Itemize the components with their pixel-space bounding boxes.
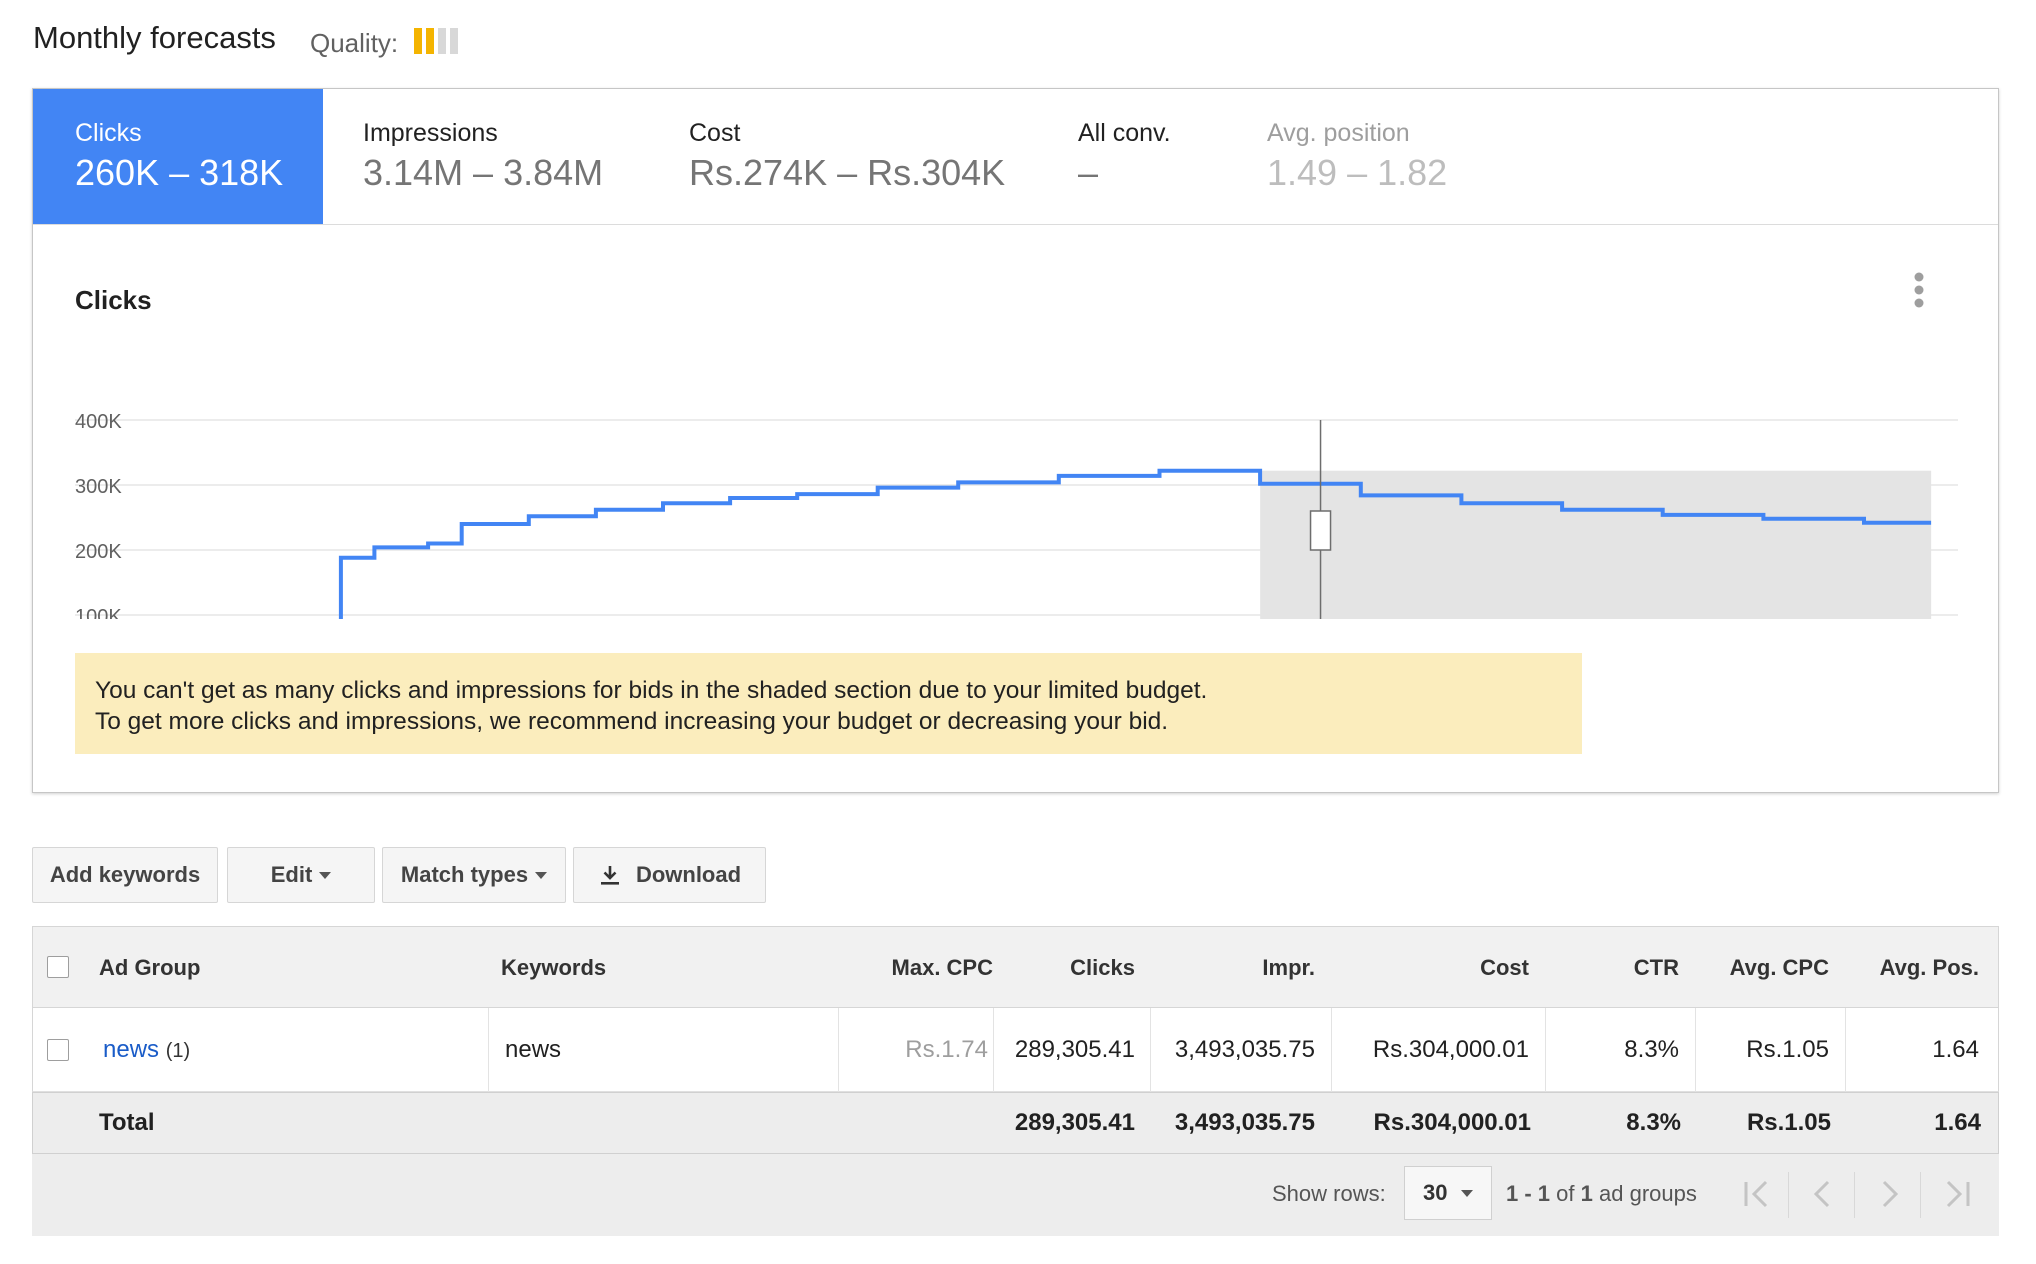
quality-segment [426,28,434,54]
total-row: Total 289,305.41 3,493,035.75 Rs.304,000… [32,1092,1999,1154]
tab-label: Impressions [363,119,498,147]
total-impr: 3,493,035.75 [1174,1109,1315,1136]
quality-segment [438,28,446,54]
col-cost[interactable]: Cost [1333,955,1529,981]
avg-pos-cell: 1.64 [1932,1036,1979,1063]
ad-group-link[interactable]: news [103,1036,159,1063]
col-avg-cpc[interactable]: Avg. CPC [1683,955,1829,981]
quality-meter [414,28,460,54]
tab-label: All conv. [1078,119,1171,147]
ad-group-cell: news (1) [103,1036,190,1064]
prev-page-icon[interactable] [1808,1176,1838,1212]
total-label: Total [99,1109,155,1136]
pager-divider [1854,1172,1855,1218]
col-max-cpc[interactable]: Max. CPC [833,955,993,981]
forecast-card: Clicks 260K – 318K Impressions 3.14M – 3… [32,88,1999,793]
next-page-icon[interactable] [1874,1176,1904,1212]
match-types-label: Match types [400,862,529,887]
tab-impressions[interactable]: Impressions 3.14M – 3.84M [363,89,663,224]
keywords-cell: news [505,1036,562,1063]
col-ad-group[interactable]: Ad Group [99,955,200,981]
max-cpc-cell[interactable]: Rs.1.74 [833,1036,988,1064]
table-header: Ad Group Keywords Max. CPC Clicks Impr. … [32,926,1999,1008]
caret-down-icon [1461,1189,1474,1197]
add-keywords-label: Add keywords [49,862,201,887]
of-label: of [1556,1181,1575,1206]
tab-value: 1.49 – 1.82 [1267,152,1448,193]
ctr-cell: 8.3% [1624,1036,1679,1063]
edit-label: Edit [270,862,313,887]
pagination-summary: 1 - 1 of 1 ad groups [1506,1181,1697,1207]
budget-warning: You can't get as many clicks and impress… [75,653,1582,754]
total-avg-cpc: Rs.1.05 [1746,1109,1831,1136]
caret-down-icon [535,871,548,879]
rows-per-page-select[interactable]: 30 [1404,1166,1492,1220]
tab-avg-position[interactable]: Avg. position 1.49 – 1.82 [1267,89,1517,224]
select-all-checkbox[interactable] [47,956,69,978]
clicks-cell: 289,305.41 [1014,1036,1135,1063]
tab-cost[interactable]: Cost Rs.274K – Rs.304K [689,89,1029,224]
row-checkbox[interactable] [47,1039,69,1061]
table-footer: Show rows: 30 1 - 1 of 1 ad groups [32,1154,1999,1236]
add-keywords-button[interactable]: Add keywords [32,847,218,903]
quality-label: Quality: [310,28,399,58]
range-start: 1 - 1 [1506,1181,1551,1206]
tab-value: Rs.274K – Rs.304K [689,152,1006,193]
cell-divider [488,1008,489,1092]
impr-cell: 3,493,035.75 [1174,1036,1315,1063]
rows-per-page-value: 30 [1423,1180,1448,1205]
edit-button[interactable]: Edit [227,847,375,903]
more-vert-icon[interactable] [1909,269,1929,317]
pager-divider [1788,1172,1789,1218]
col-keywords[interactable]: Keywords [501,955,606,981]
cell-divider [1331,1008,1332,1092]
download-label: Download [635,862,742,887]
caret-down-icon [319,871,332,879]
show-rows-label: Show rows: [1272,1181,1386,1206]
y-tick-label: 100K [75,606,122,619]
chart-title: Clicks [75,285,152,315]
tab-label: Clicks [75,119,142,147]
download-icon [600,866,619,885]
metric-tabs: Clicks 260K – 318K Impressions 3.14M – 3… [33,89,1998,225]
table-row: news (1) news Rs.1.74 289,305.41 3,493,0… [32,1008,1999,1092]
first-page-icon[interactable] [1740,1176,1774,1212]
clicks-chart: 400K300K200K100KRs.0.00Rs.0.20Rs.0.40Rs.… [75,411,1958,619]
tab-value: 260K – 318K [75,152,284,193]
bid-range-handle[interactable] [1309,510,1332,551]
total-ctr: 8.3% [1626,1109,1681,1136]
cost-cell: Rs.304,000.01 [1372,1036,1529,1063]
warning-line-1: You can't get as many clicks and impress… [95,677,1208,704]
y-tick-label: 400K [75,411,122,433]
quality-segment [450,28,458,54]
match-types-button[interactable]: Match types [382,847,566,903]
ad-group-count: (1) [165,1040,191,1062]
total-avg-pos: 1.64 [1934,1109,1981,1136]
total-cost: Rs.304,000.01 [1373,1109,1531,1136]
download-button[interactable]: Download [573,847,766,903]
range-total: 1 [1580,1181,1593,1206]
y-tick-label: 200K [75,541,122,563]
tab-value: – [1078,152,1099,193]
tab-clicks[interactable]: Clicks 260K – 318K [33,89,323,224]
total-clicks: 289,305.41 [1014,1109,1135,1136]
col-clicks[interactable]: Clicks [993,955,1135,981]
tab-all-conv[interactable]: All conv. – [1078,89,1228,224]
pager-divider [1920,1172,1921,1218]
tab-label: Cost [689,119,741,147]
tab-value: 3.14M – 3.84M [363,152,604,193]
avg-cpc-cell: Rs.1.05 [1746,1036,1829,1063]
warning-line-2: To get more clicks and impressions, we r… [95,708,1169,735]
page-title: Monthly forecasts [33,20,276,55]
col-ctr[interactable]: CTR [1533,955,1679,981]
col-impr[interactable]: Impr. [1143,955,1315,981]
y-tick-label: 300K [75,476,122,498]
ad-groups-table: Ad Group Keywords Max. CPC Clicks Impr. … [32,926,1999,1236]
range-unit: ad groups [1599,1181,1697,1206]
tab-label: Avg. position [1267,119,1410,147]
col-avg-pos[interactable]: Avg. Pos. [1833,955,1979,981]
last-page-icon[interactable] [1940,1176,1974,1212]
quality-segment [414,28,422,54]
